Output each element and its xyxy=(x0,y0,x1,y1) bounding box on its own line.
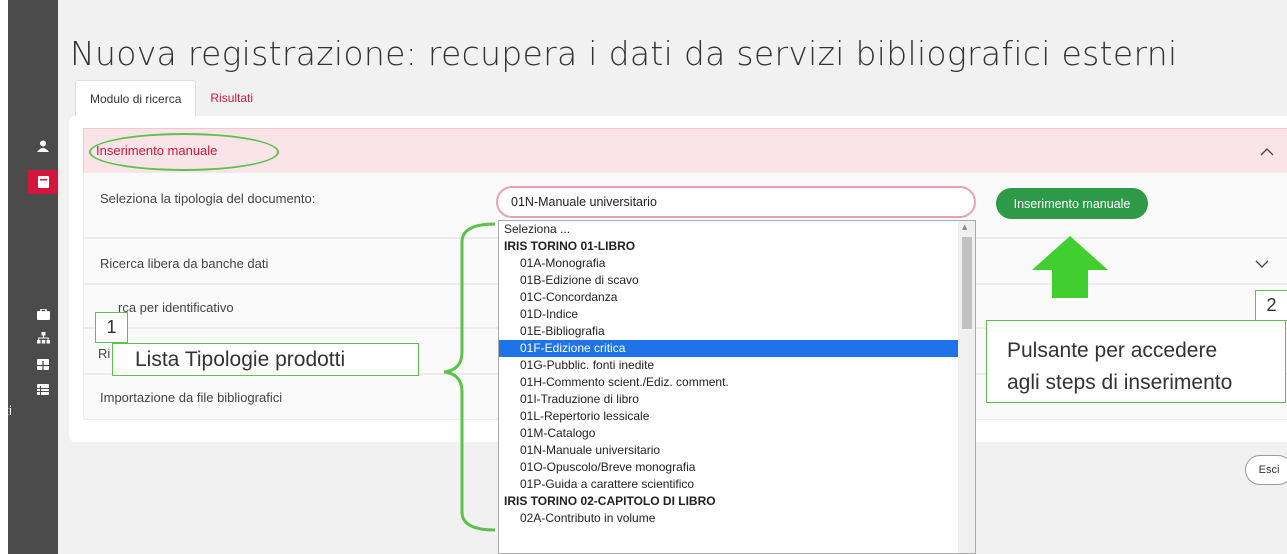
page-title: Nuova registrazione: recupera i dati da … xyxy=(70,34,1178,73)
sidebar-left-gap xyxy=(0,0,8,554)
annotation-label-two-line1: Pulsante per accedere xyxy=(1007,339,1218,362)
list-icon[interactable] xyxy=(32,381,54,397)
free-search-label: Ricerca libera da banche dati xyxy=(100,256,269,271)
dropdown-option[interactable]: 01B-Edizione di scavo xyxy=(499,272,959,289)
annotation-box-one: Lista Tipologie prodotti xyxy=(112,343,419,376)
scrollbar-thumb[interactable] xyxy=(962,237,972,329)
annotation-label-one: Lista Tipologie prodotti xyxy=(135,348,346,371)
user-icon[interactable] xyxy=(32,138,54,154)
chevron-up-icon[interactable] xyxy=(1260,141,1274,160)
annotation-box-two: Pulsante per accedere agli steps di inse… xyxy=(986,320,1286,403)
dropdown-option[interactable]: 01L-Repertorio lessicale xyxy=(499,408,959,425)
tab-search-form[interactable]: Modulo di ricerca xyxy=(75,80,197,116)
annotation-label-two-line2: agli steps di inserimento xyxy=(1007,371,1233,394)
tab-results[interactable]: Risultati xyxy=(196,80,267,116)
exit-button[interactable]: Esci xyxy=(1245,455,1287,485)
dropdown-option[interactable]: 01I-Traduzione di libro xyxy=(499,391,959,408)
briefcase-icon[interactable] xyxy=(32,306,54,322)
dropdown-group-header: IRIS TORINO 01-LIBRO xyxy=(504,239,636,253)
tab-bar: Modulo di ricerca Risultati xyxy=(75,80,267,116)
dropdown-option[interactable]: 02A-Contributo in volume xyxy=(499,510,959,527)
arrow-up-icon xyxy=(1032,236,1108,298)
sidebar-cut-label: ti xyxy=(4,404,13,418)
book-icon[interactable] xyxy=(28,170,58,194)
dropdown-scrollbar[interactable]: ▲ xyxy=(958,221,975,553)
chevron-down-icon[interactable] xyxy=(1255,254,1269,273)
sidebar: ti xyxy=(0,0,58,554)
id-search-label: rca per identificativo xyxy=(118,300,234,315)
import-panel-label: Importazione da file bibliografici xyxy=(100,390,283,405)
dropdown-option[interactable]: 01F-Edizione critica xyxy=(499,340,959,357)
doc-type-select[interactable]: 01N-Manuale universitario xyxy=(496,186,976,218)
dropdown-option[interactable]: 01O-Opuscolo/Breve monografia xyxy=(499,459,959,476)
dropdown-option[interactable]: 01H-Commento scient./Ediz. comment. xyxy=(499,374,959,391)
annotation-number-one: 1 xyxy=(95,312,128,343)
annotation-brace xyxy=(443,222,496,532)
scroll-up-icon[interactable]: ▲ xyxy=(962,223,967,231)
dropdown-option[interactable]: 01M-Catalogo xyxy=(499,425,959,442)
doc-type-dropdown[interactable]: Seleziona ... IRIS TORINO 01-LIBRO 01A-Mon… xyxy=(498,220,976,554)
other-panel-label: Ri xyxy=(98,346,111,361)
grid-icon[interactable] xyxy=(32,356,54,372)
dropdown-option[interactable]: 01E-Bibliografia xyxy=(499,323,959,340)
dropdown-option[interactable]: 01P-Guida a carattere scientifico xyxy=(499,476,959,493)
dropdown-option[interactable]: 01N-Manuale universitario xyxy=(499,442,959,459)
dropdown-option[interactable]: 01G-Pubblic. fonti inedite xyxy=(499,357,959,374)
dropdown-option[interactable]: 01A-Monografia xyxy=(499,255,959,272)
dropdown-group-header: IRIS TORINO 02-CAPITOLO DI LIBRO xyxy=(504,494,716,508)
annotation-number-two: 2 xyxy=(1255,290,1287,321)
doc-type-label: Seleziona la tipologia del documento: xyxy=(100,191,316,206)
dropdown-option[interactable]: 01D-Indice xyxy=(499,306,959,323)
annotation-oval xyxy=(89,133,279,171)
sitemap-icon[interactable] xyxy=(32,330,54,346)
dropdown-option[interactable]: 01C-Concordanza xyxy=(499,289,959,306)
dropdown-option[interactable]: Seleziona ... xyxy=(499,221,959,238)
dropdown-list: Seleziona ... IRIS TORINO 01-LIBRO 01A-Mon… xyxy=(499,221,959,527)
manual-entry-button[interactable]: Inserimento manuale xyxy=(996,188,1148,219)
